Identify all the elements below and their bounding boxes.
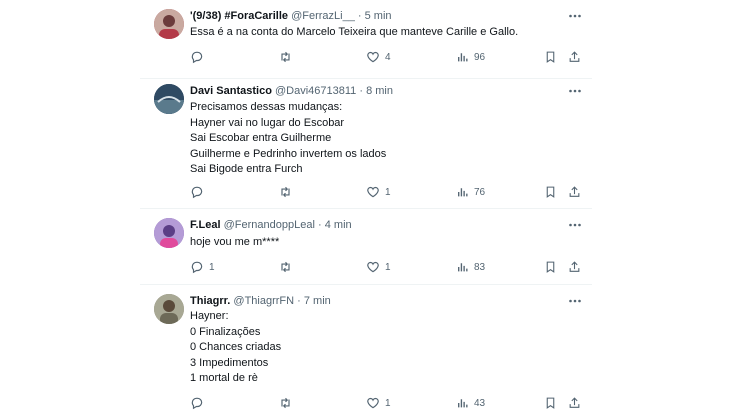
avatar[interactable] (154, 9, 184, 39)
share-button[interactable] (568, 259, 581, 275)
author-handle[interactable]: @ThiagrrFN (233, 295, 294, 307)
author-handle[interactable]: @Davi46713811 (275, 85, 356, 97)
tweet-text: Essa é a na conta do Marcelo Teixeira qu… (190, 26, 519, 38)
like-icon (367, 397, 379, 409)
tweet[interactable]: '(9/38) #ForaCarille @FerrazLi__ · 5 min… (140, 0, 592, 78)
more-icon[interactable] (568, 218, 582, 232)
tweet-header: '(9/38) #ForaCarille @FerrazLi__ · 5 min (190, 9, 392, 23)
separator-dot: · (359, 85, 364, 97)
bookmark-button[interactable] (544, 395, 557, 411)
tweet-text: Precisamos dessas mudanças: Hayner vai n… (190, 101, 387, 175)
tweet-text: hoje vou me m**** (190, 236, 280, 248)
reply-icon (191, 261, 203, 274)
like-icon (367, 186, 379, 198)
views-count: 43 (474, 397, 486, 409)
bookmark-icon (546, 397, 555, 409)
bookmark-button[interactable] (544, 184, 557, 200)
tweet-header: F.Leal @FernandoppLeal · 4 min (190, 218, 352, 232)
reply-icon (191, 397, 203, 410)
reply-button[interactable] (190, 49, 209, 65)
share-button[interactable] (568, 184, 581, 200)
tweet-text: Hayner: 0 Finalizações 0 Chances criadas… (190, 310, 282, 384)
share-icon (569, 397, 580, 408)
share-button[interactable] (568, 49, 581, 65)
bookmark-icon (546, 51, 555, 63)
retweet-button[interactable] (278, 184, 298, 200)
like-count: 4 (385, 51, 391, 63)
retweet-button[interactable] (278, 395, 298, 411)
like-button[interactable]: 4 (366, 49, 391, 65)
separator-dot: · (357, 10, 362, 22)
tweet[interactable]: Davi Santastico @Davi46713811 · 8 min Pr… (140, 79, 592, 207)
separator-dot: · (318, 219, 322, 231)
reply-button[interactable] (190, 395, 209, 411)
avatar[interactable] (154, 84, 184, 114)
reply-button[interactable] (190, 184, 209, 200)
views-icon (458, 263, 468, 272)
like-count: 1 (385, 261, 391, 273)
avatar[interactable] (154, 218, 184, 248)
bookmark-icon (546, 186, 555, 198)
views-button[interactable]: 96 (456, 49, 485, 65)
tweet[interactable]: Thiagrr. @ThiagrrFN · 7 min Hayner: 0 Fi… (140, 285, 592, 416)
bookmark-button[interactable] (544, 49, 557, 65)
retweet-icon (281, 397, 290, 409)
reply-icon (191, 186, 203, 199)
timestamp[interactable]: 7 min (304, 295, 331, 307)
share-button[interactable] (568, 395, 581, 411)
more-icon[interactable] (568, 294, 582, 308)
tweet[interactable]: F.Leal @FernandoppLeal · 4 min hoje vou … (140, 209, 592, 289)
share-icon (569, 186, 580, 197)
tweet-header: Thiagrr. @ThiagrrFN · 7 min (190, 294, 331, 308)
views-icon (458, 399, 468, 408)
action-bar: 1 76 (190, 184, 582, 200)
share-icon (569, 51, 580, 62)
like-button[interactable]: 1 (366, 395, 391, 411)
author-name[interactable]: Davi Santastico (190, 85, 272, 97)
retweet-icon (281, 51, 290, 63)
timestamp[interactable]: 8 min (366, 85, 393, 97)
separator-dot: · (297, 295, 301, 307)
views-button[interactable]: 43 (456, 395, 485, 411)
like-count: 1 (385, 186, 391, 198)
reply-count: 1 (209, 261, 215, 273)
author-name[interactable]: F.Leal (190, 219, 221, 231)
timestamp[interactable]: 5 min (365, 10, 392, 22)
tweet-header: Davi Santastico @Davi46713811 · 8 min (190, 84, 393, 98)
views-count: 96 (474, 51, 486, 63)
like-button[interactable]: 1 (366, 259, 391, 275)
author-name[interactable]: '(9/38) #ForaCarille (190, 10, 288, 22)
views-button[interactable]: 83 (456, 259, 485, 275)
retweet-button[interactable] (278, 49, 298, 65)
action-bar: 1 43 (190, 395, 582, 411)
views-button[interactable]: 76 (456, 184, 485, 200)
like-count: 1 (385, 397, 391, 409)
tweet-feed: '(9/38) #ForaCarille @FerrazLi__ · 5 min… (140, 0, 592, 416)
more-icon[interactable] (568, 84, 582, 98)
avatar[interactable] (154, 294, 184, 324)
views-count: 83 (474, 261, 486, 273)
retweet-button[interactable] (278, 259, 298, 275)
like-icon (367, 51, 379, 63)
views-count: 76 (474, 186, 486, 198)
action-bar: 4 96 (190, 49, 582, 65)
views-icon (458, 188, 468, 197)
retweet-icon (281, 261, 290, 273)
author-handle[interactable]: @FernandoppLeal (224, 219, 315, 231)
views-icon (458, 53, 468, 62)
bookmark-icon (546, 261, 555, 273)
more-icon[interactable] (568, 9, 582, 23)
reply-button[interactable]: 1 (190, 259, 215, 275)
like-icon (367, 261, 379, 273)
action-bar: 1 1 83 (190, 259, 582, 275)
timestamp[interactable]: 4 min (325, 219, 352, 231)
bookmark-button[interactable] (544, 259, 557, 275)
reply-icon (191, 51, 203, 64)
author-handle[interactable]: @FerrazLi__ (291, 10, 355, 22)
retweet-icon (281, 186, 290, 198)
share-icon (569, 261, 580, 272)
like-button[interactable]: 1 (366, 184, 391, 200)
author-name[interactable]: Thiagrr. (190, 295, 230, 307)
